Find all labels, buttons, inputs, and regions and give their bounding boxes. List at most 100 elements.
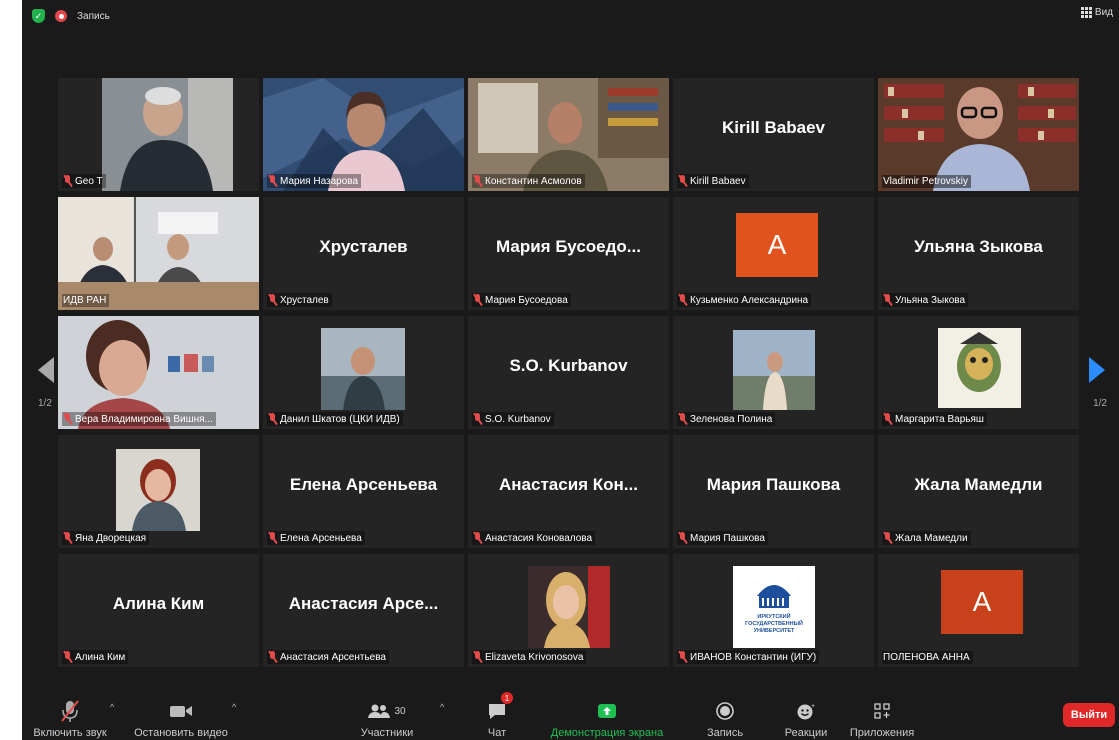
participant-name: Зеленова Полина xyxy=(690,413,773,425)
participant-name: Данил Шкатов (ЦКИ ИДВ) xyxy=(280,413,400,425)
reactions-smiley-icon: + xyxy=(796,696,816,726)
participant-tile[interactable]: Зеленова Полина xyxy=(673,316,874,429)
next-page-arrow-icon[interactable] xyxy=(1089,357,1105,383)
mic-muted-icon xyxy=(473,294,482,306)
view-label: Вид xyxy=(1094,7,1113,18)
audio-options-chevron-up-icon[interactable]: ^ xyxy=(110,702,114,712)
participant-name: Мария Пашкова xyxy=(690,532,765,544)
participant-tile[interactable]: S.O. Kurbanov S.O. Kurbanov xyxy=(468,316,669,429)
chat-unread-badge: 1 xyxy=(501,692,513,704)
participant-name: Мария Бусоедова xyxy=(485,294,568,306)
share-screen-button[interactable]: Демонстрация экрана xyxy=(537,688,677,740)
chat-button[interactable]: 1 Чат xyxy=(472,688,522,740)
participant-display-name: Алина Ким xyxy=(112,594,205,613)
svg-text:+: + xyxy=(811,703,815,710)
stop-video-button[interactable]: Остановить видео xyxy=(122,688,240,740)
apps-button[interactable]: Приложения xyxy=(838,688,926,740)
participant-name: Vladimir Petrovskiy xyxy=(883,176,969,187)
participant-tile[interactable]: Geo T xyxy=(58,78,259,191)
reactions-button[interactable]: + Реакции xyxy=(776,688,836,740)
chat-icon: 1 xyxy=(487,692,513,726)
participant-tile[interactable]: Kirill Babaev Kirill Babaev xyxy=(673,78,874,191)
participant-tile[interactable]: Мария Пашкова Мария Пашкова xyxy=(673,435,874,548)
participant-name: Жала Мамедли xyxy=(895,532,968,544)
participant-name: Маргарита Варьяш xyxy=(895,413,984,425)
participant-avatar: A xyxy=(941,570,1023,634)
participant-tile[interactable]: Мария Назарова xyxy=(263,78,464,191)
participant-name: Мария Назарова xyxy=(280,175,359,187)
apps-icon xyxy=(874,696,890,726)
mic-muted-icon xyxy=(268,294,277,306)
participant-display-name: Елена Арсеньева xyxy=(289,475,438,494)
mic-muted-icon xyxy=(63,651,72,663)
participant-tile[interactable]: Вера Владимировна Вишня... xyxy=(58,316,259,429)
participant-display-name: Мария Пашкова xyxy=(706,475,841,494)
participant-tile-active-speaker[interactable]: Vladimir Petrovskiy xyxy=(878,78,1079,191)
participant-tile[interactable]: Жала Мамедли Жала Мамедли xyxy=(878,435,1079,548)
view-button[interactable]: Вид xyxy=(1080,7,1113,18)
participant-name: Алина Ким xyxy=(75,651,126,663)
participant-name: ИДВ РАН xyxy=(63,295,107,306)
participant-tile[interactable]: ИРКУТСКИЙ ГОСУДАРСТВЕННЫЙ УНИВЕРСИТЕТ ИВ… xyxy=(673,554,874,667)
mic-muted-icon xyxy=(678,532,687,544)
video-options-chevron-up-icon[interactable]: ^ xyxy=(232,702,236,712)
participant-name: S.O. Kurbanov xyxy=(485,413,551,425)
mic-muted-icon xyxy=(268,175,277,187)
participant-name: Ульяна Зыкова xyxy=(895,294,966,306)
mic-muted-icon xyxy=(473,532,482,544)
participant-avatar: A xyxy=(736,213,818,277)
apps-label: Приложения xyxy=(849,727,915,739)
stop-video-label: Остановить видео xyxy=(134,727,228,739)
participants-options-chevron-up-icon[interactable]: ^ xyxy=(440,702,444,712)
participant-name: Елена Арсеньева xyxy=(280,532,362,544)
participant-tile[interactable]: Анастасия Кон... Анастасия Коновалова xyxy=(468,435,669,548)
mic-muted-icon xyxy=(63,532,72,544)
participant-tile[interactable]: Константин Асмолов xyxy=(468,78,669,191)
participant-display-name: Анастасия Арсе... xyxy=(288,594,439,613)
participant-tile[interactable]: Elizaveta Krivonosova xyxy=(468,554,669,667)
mic-muted-icon xyxy=(268,651,277,663)
participant-tile[interactable]: Анастасия Арсе... Анастасия Арсентьева xyxy=(263,554,464,667)
participant-tile[interactable]: Алина Ким Алина Ким xyxy=(58,554,259,667)
participant-tile[interactable]: Яна Дворецкая xyxy=(58,435,259,548)
meeting-toolbar: Включить звук ^ Остановить видео ^ 30 Уч… xyxy=(22,688,1119,740)
participant-name: Яна Дворецкая xyxy=(75,532,147,544)
participant-tile[interactable]: ИДВ РАН xyxy=(58,197,259,310)
video-camera-icon xyxy=(169,696,193,726)
participant-tile[interactable]: Елена Арсеньева Елена Арсеньева xyxy=(263,435,464,548)
participant-display-name: Жала Мамедли xyxy=(914,475,1043,494)
svg-text:УНИВЕРСИТЕТ: УНИВЕРСИТЕТ xyxy=(754,628,795,634)
recording-icon xyxy=(55,10,67,22)
share-screen-icon xyxy=(597,696,617,726)
security-shield-icon[interactable]: ✓ xyxy=(32,9,45,23)
participant-name: Вера Владимировна Вишня... xyxy=(75,413,213,425)
participant-tile[interactable]: Данил Шкатов (ЦКИ ИДВ) xyxy=(263,316,464,429)
participant-display-name: Kirill Babaev xyxy=(722,118,825,137)
mic-muted-icon xyxy=(59,696,81,726)
page-indicator-right: 1/2 xyxy=(1093,398,1107,409)
zoom-meeting-window: ✓ Запись Вид 1/2 1/2 Geo T Мария Назаров… xyxy=(22,0,1119,740)
participants-icon xyxy=(368,704,391,718)
participant-name: ИВАНОВ Константин (ИГУ) xyxy=(690,651,817,663)
participant-tile[interactable]: A Кузьменко Александрина xyxy=(673,197,874,310)
record-button[interactable]: Запись xyxy=(698,688,752,740)
participant-tile[interactable]: Хрусталев Хрусталев xyxy=(263,197,464,310)
page-indicator-left: 1/2 xyxy=(38,398,52,409)
mic-muted-icon xyxy=(883,413,892,425)
mic-muted-icon xyxy=(678,294,687,306)
participant-name: Кузьменко Александрина xyxy=(690,294,809,306)
leave-meeting-button[interactable]: Выйти xyxy=(1063,703,1115,727)
mic-muted-icon xyxy=(678,651,687,663)
participant-tile[interactable]: Маргарита Варьяш xyxy=(878,316,1079,429)
previous-page-arrow-icon[interactable] xyxy=(38,357,54,383)
participant-tile[interactable]: Мария Бусоедо... Мария Бусоедова xyxy=(468,197,669,310)
mic-muted-icon xyxy=(63,175,72,187)
mic-muted-icon xyxy=(473,413,482,425)
mic-muted-icon xyxy=(678,175,687,187)
participant-tile[interactable]: A ПОЛЕНОВА АННА xyxy=(878,554,1079,667)
participant-display-name: Анастасия Кон... xyxy=(499,475,638,494)
unmute-button[interactable]: Включить звук xyxy=(22,688,118,740)
participants-button[interactable]: 30 Участники xyxy=(342,688,432,740)
participant-name: Хрусталев xyxy=(280,294,329,306)
participant-tile[interactable]: Ульяна Зыкова Ульяна Зыкова xyxy=(878,197,1079,310)
